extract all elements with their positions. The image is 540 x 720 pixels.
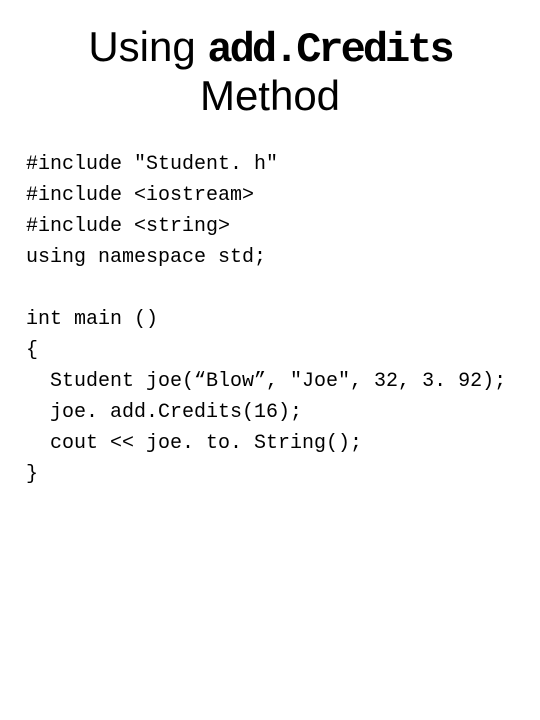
code-line: int main () [26,308,158,331]
slide: Using add.Credits Method #include "Stude… [0,0,540,720]
code-line: #include <string> [26,215,230,238]
slide-title: Using add.Credits Method [26,24,514,119]
code-line: #include "Student. h" [26,153,278,176]
code-line: using namespace std; [26,246,266,269]
title-mono: add.Credits [207,26,451,74]
code-block: #include "Student. h" #include <iostream… [26,149,514,490]
code-line: { [26,339,38,362]
code-line: joe. add.Credits(16); [26,401,302,424]
title-prefix: Using [88,23,207,70]
code-line: cout << joe. to. String(); [26,432,362,455]
code-line: Student joe(“Blow”, "Joe", 32, 3. 92); [26,370,506,393]
code-line: } [26,463,38,486]
title-suffix: Method [200,72,340,119]
code-line: #include <iostream> [26,184,254,207]
